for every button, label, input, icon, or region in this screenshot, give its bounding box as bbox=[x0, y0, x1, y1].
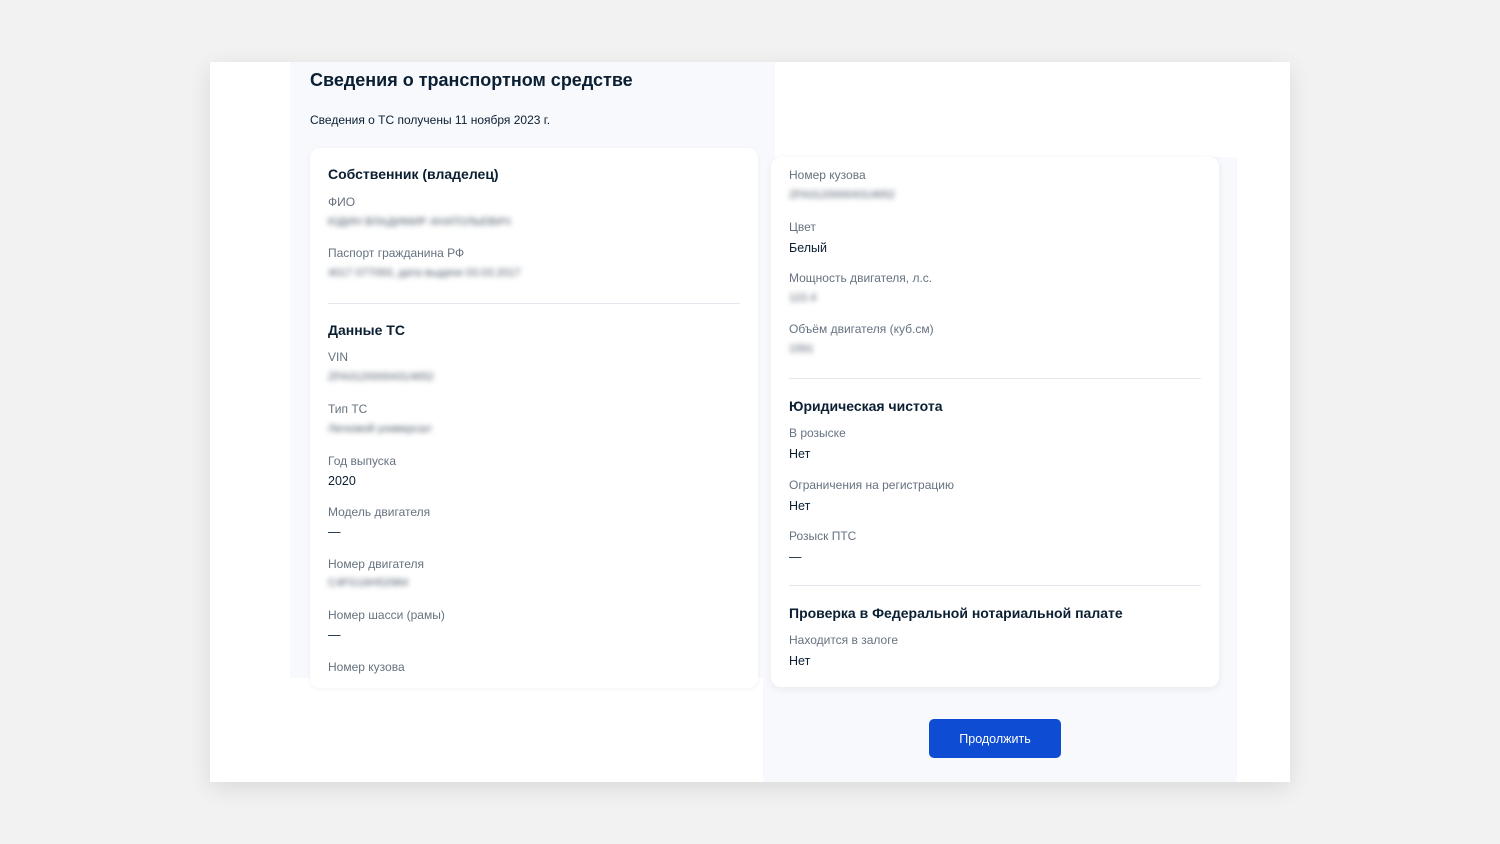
power-label: Мощность двигателя, л.с. bbox=[789, 271, 933, 285]
left-screenshot: Сведения о транспортном средстве Сведени… bbox=[290, 62, 775, 688]
passport-label: Паспорт гражданина РФ bbox=[328, 246, 465, 260]
screenshot-frame: Сведения о транспортном средстве Сведени… bbox=[210, 62, 1290, 782]
type-label: Тип ТС bbox=[328, 402, 368, 416]
engine-model-value: — bbox=[328, 525, 341, 539]
chassis-value: — bbox=[328, 628, 341, 642]
vin-value: ZFA31200004314652 bbox=[328, 371, 434, 383]
vehicle-info-card-continued: Номер кузова ZFA31200004314652 Цвет Белы… bbox=[771, 157, 1219, 687]
wanted-label: В розыске bbox=[789, 426, 846, 440]
legal-heading: Юридическая чистота bbox=[789, 398, 943, 414]
volume-value: 1591 bbox=[789, 343, 814, 355]
page-title: Сведения о транспортном средстве bbox=[310, 70, 633, 90]
vehicle-heading: Данные ТС bbox=[328, 322, 405, 338]
wanted-value: Нет bbox=[789, 447, 811, 461]
owner-heading: Собственник (владелец) bbox=[328, 166, 499, 182]
engine-model-label: Модель двигателя bbox=[328, 505, 431, 519]
divider bbox=[328, 303, 740, 304]
passport-value: 4017 077093, дата выдачи 03.03.2017 bbox=[328, 267, 521, 279]
continue-button[interactable]: Продолжить bbox=[929, 719, 1061, 758]
body-number-value: ZFA31200004314652 bbox=[789, 189, 895, 201]
right-screenshot: Номер кузова ZFA31200004314652 Цвет Белы… bbox=[763, 157, 1237, 782]
pts-wanted-label: Розыск ПТС bbox=[789, 529, 857, 543]
body-number-label: Номер кузова bbox=[328, 660, 405, 674]
pts-wanted-value: — bbox=[789, 550, 802, 564]
vin-label: VIN bbox=[328, 350, 349, 364]
pledge-label: Находится в залоге bbox=[789, 633, 898, 647]
restrictions-value: Нет bbox=[789, 499, 811, 513]
volume-label: Объём двигателя (куб.см) bbox=[789, 322, 934, 336]
year-label: Год выпуска bbox=[328, 454, 396, 468]
engine-number-value: C4FG16H52984 bbox=[328, 577, 409, 589]
fio-value: ЮДИН ВЛАДИМИР АНАТОЛЬЕВИЧ bbox=[328, 216, 511, 228]
notary-heading: Проверка в Федеральной нотариальной пала… bbox=[789, 605, 1123, 621]
restrictions-label: Ограничения на регистрацию bbox=[789, 478, 954, 492]
page-subtitle: Сведения о ТС получены 11 ноября 2023 г. bbox=[310, 113, 551, 127]
divider bbox=[789, 378, 1201, 379]
engine-number-label: Номер двигателя bbox=[328, 557, 425, 571]
year-value: 2020 bbox=[328, 474, 356, 488]
type-value: Легковой универсал bbox=[328, 423, 432, 435]
vehicle-info-card: Собственник (владелец) ФИО ЮДИН ВЛАДИМИР… bbox=[310, 148, 758, 688]
color-value: Белый bbox=[789, 241, 828, 255]
color-label: Цвет bbox=[789, 220, 816, 234]
fio-label: ФИО bbox=[328, 195, 356, 209]
pledge-value: Нет bbox=[789, 654, 811, 668]
power-value: 122.4 bbox=[789, 292, 817, 304]
chassis-label: Номер шасси (рамы) bbox=[328, 608, 445, 622]
body-number-label: Номер кузова bbox=[789, 168, 866, 182]
divider bbox=[789, 585, 1201, 586]
